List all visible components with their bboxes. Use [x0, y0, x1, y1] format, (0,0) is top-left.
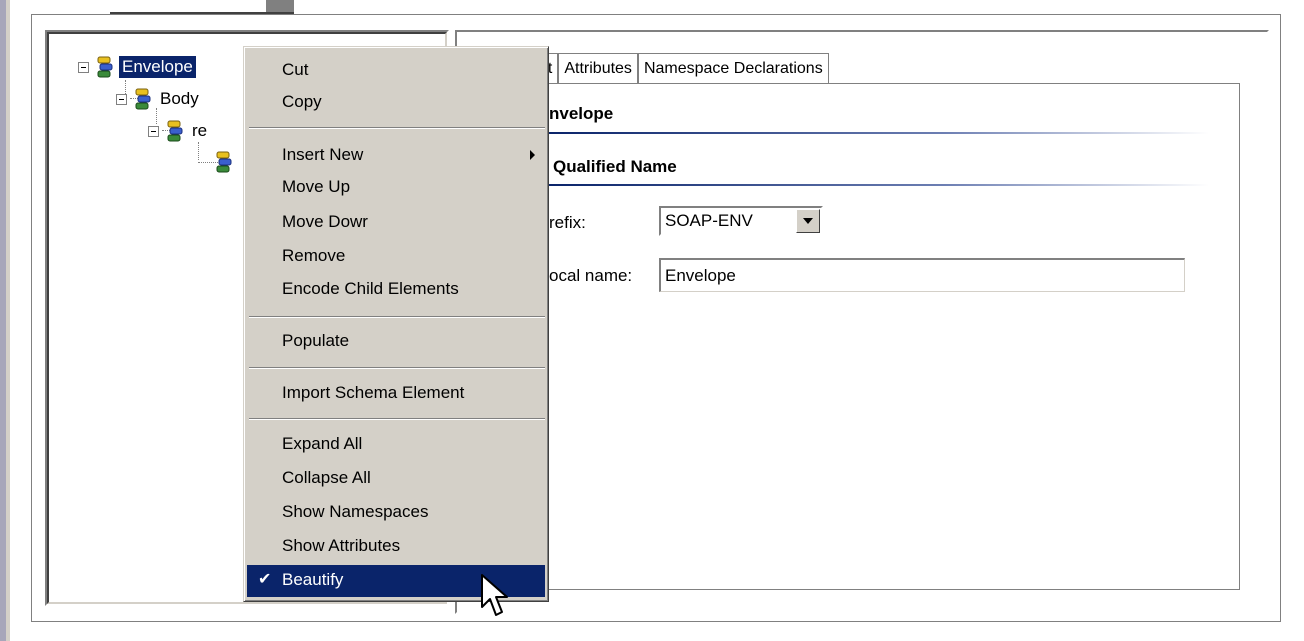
collapse-toggle-icon[interactable] [78, 61, 89, 73]
menu-separator [249, 316, 545, 318]
tab-namespace-declarations[interactable]: Namespace Declarations [637, 53, 829, 83]
context-menu: Cut Copy Insert New Move Up Move Dowr Re… [243, 46, 549, 602]
menu-item-encode-child-elements[interactable]: Encode Child Elements [247, 274, 545, 306]
tab-attributes[interactable]: Attributes [558, 53, 638, 83]
check-icon: ✔ [258, 571, 272, 588]
menu-item-insert-new[interactable]: Insert New [247, 140, 545, 172]
menu-item-label: Move Dowr [282, 212, 368, 231]
local-name-field[interactable] [659, 258, 1185, 292]
element-section-title: nvelope [549, 104, 614, 123]
menu-item-show-namespaces[interactable]: Show Namespaces [247, 497, 545, 529]
menu-item-import-schema-element[interactable]: Import Schema Element [247, 378, 545, 410]
dropdown-arrow-icon[interactable] [796, 209, 820, 233]
collapse-toggle-icon[interactable] [148, 125, 159, 137]
menu-item-move-up[interactable]: Move Up [247, 172, 545, 204]
tree-node-body[interactable]: Body [116, 87, 202, 111]
menu-item-label: Show Namespaces [282, 502, 429, 521]
node-element-icon [165, 120, 185, 142]
tree-node-envelope[interactable]: Envelope [78, 55, 196, 79]
menu-item-remove[interactable]: Remove [247, 241, 545, 273]
menu-item-label: Copy [282, 92, 322, 111]
top-combo-partial[interactable] [110, 0, 294, 14]
tree-node-label[interactable]: Body [157, 88, 202, 110]
window-left-border-inner [6, 0, 10, 641]
qualified-name-title: Qualified Name [553, 157, 677, 176]
top-combo-button[interactable] [266, 0, 294, 12]
mouse-pointer-icon [480, 573, 510, 624]
tree-node-label[interactable]: re [189, 120, 210, 142]
menu-item-label: Populate [282, 331, 350, 350]
tree-node-child[interactable]: re [148, 119, 210, 143]
menu-item-populate[interactable]: Populate [247, 326, 545, 358]
prefix-select[interactable]: SOAP-ENV [659, 206, 823, 236]
prefix-label: refix: [549, 213, 586, 232]
collapse-toggle-icon[interactable] [116, 93, 127, 105]
menu-item-expand-all[interactable]: Expand All [247, 429, 545, 461]
menu-item-label: Cut [282, 60, 309, 79]
menu-item-collapse-all[interactable]: Collapse All [247, 463, 545, 495]
tree-connector [198, 142, 200, 160]
menu-item-copy[interactable]: Copy [247, 87, 545, 119]
prefix-value: SOAP-ENV [665, 211, 753, 230]
menu-item-label: Remove [282, 246, 346, 265]
menu-item-cut[interactable]: Cut [247, 55, 545, 87]
menu-separator [249, 367, 545, 369]
menu-item-label: Encode Child Elements [282, 279, 459, 298]
node-element-icon [95, 56, 115, 78]
menu-separator [249, 127, 545, 129]
tree-node-label[interactable]: Envelope [119, 56, 196, 78]
menu-item-label: Collapse All [282, 468, 371, 487]
menu-item-label: Insert New [282, 145, 364, 164]
node-element-icon [214, 151, 234, 173]
menu-item-move-down[interactable]: Move Dowr [247, 207, 545, 239]
menu-item-label: Beautify [282, 570, 344, 589]
tab-strip: nt Attributes Namespace Declarations [534, 53, 829, 83]
local-name-label: ocal name: [549, 266, 633, 285]
submenu-arrow-icon [530, 150, 535, 160]
menu-item-label: Import Schema Element [282, 383, 465, 402]
menu-item-label: Show Attributes [282, 536, 401, 555]
section-divider [549, 132, 1209, 134]
section-divider [549, 184, 1209, 186]
node-element-icon [133, 88, 153, 110]
editor-window: Envelope Body re Attributes Namespace De… [0, 0, 1304, 641]
menu-separator [249, 418, 545, 420]
menu-item-label: Move Up [282, 177, 351, 196]
tree-node-grandchild[interactable] [214, 150, 234, 174]
menu-item-label: Expand All [282, 434, 363, 453]
menu-item-show-attributes[interactable]: Show Attributes [247, 531, 545, 563]
